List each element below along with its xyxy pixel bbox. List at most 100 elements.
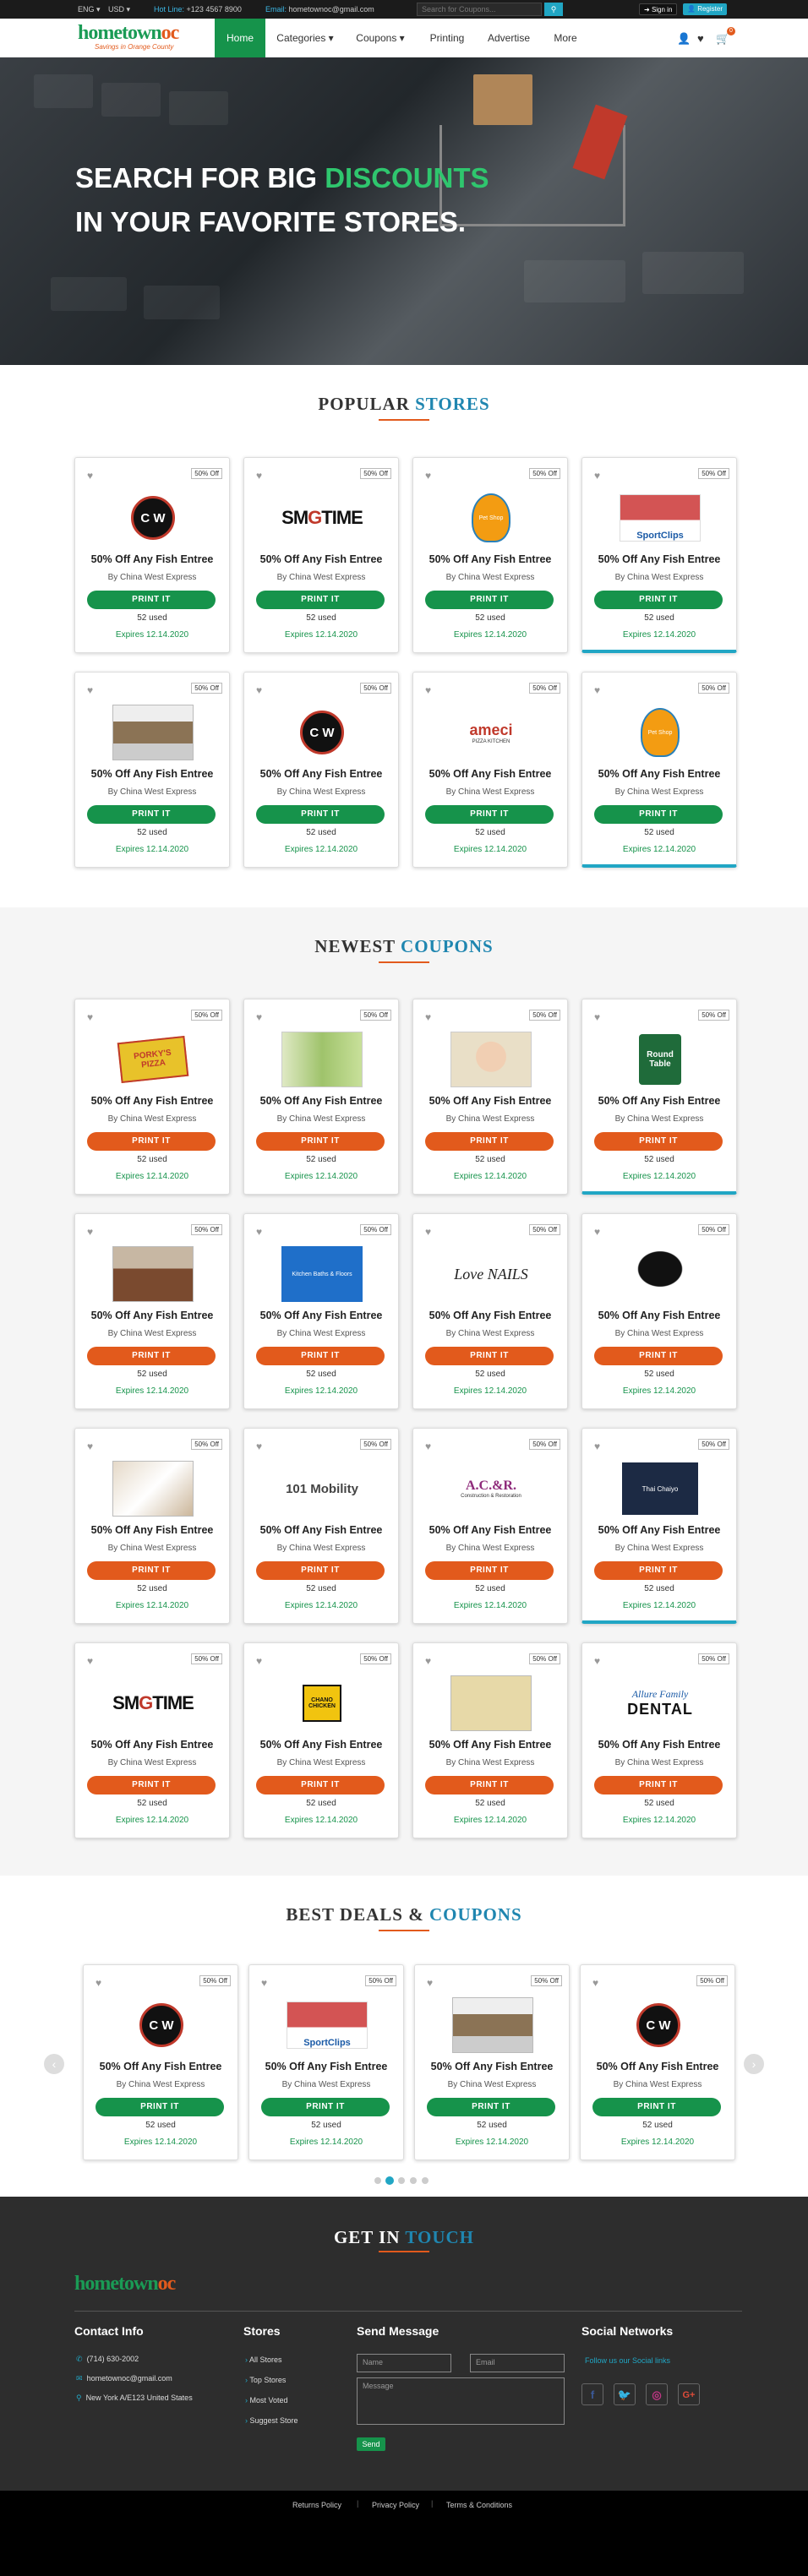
coupon-card[interactable]: ♥ 50% Off SMGTIME 50% Off Any Fish Entre…	[243, 457, 399, 653]
coupon-card[interactable]: ♥ 50% Off 50% Off Any Fish Entree By Chi…	[412, 999, 568, 1195]
print-button[interactable]: PRINT IT	[256, 1347, 385, 1365]
carousel-dot-active[interactable]	[385, 2176, 394, 2185]
print-button[interactable]: PRINT IT	[592, 2098, 721, 2116]
print-button[interactable]: PRINT IT	[256, 1561, 385, 1580]
heart-icon[interactable]: ♥	[594, 470, 600, 482]
print-button[interactable]: PRINT IT	[594, 1347, 723, 1365]
footer-name-input[interactable]: Name	[357, 2354, 451, 2372]
instagram-icon[interactable]: ◎	[646, 2383, 668, 2405]
print-button[interactable]: PRINT IT	[425, 1132, 554, 1151]
nav-coupons[interactable]: Coupons ▾	[350, 19, 411, 57]
footer-link-most-voted[interactable]: › Most Voted	[245, 2396, 288, 2404]
print-button[interactable]: PRINT IT	[87, 1561, 216, 1580]
carousel-dot[interactable]	[410, 2177, 417, 2184]
google-plus-icon[interactable]: G+	[678, 2383, 700, 2405]
coupon-card[interactable]: ♥ 50% Off 101 Mobility 50% Off Any Fish …	[243, 1428, 399, 1624]
coupon-card[interactable]: ♥ 50% Off SportClips 50% Off Any Fish En…	[248, 1964, 404, 2160]
footer-logo[interactable]: hometownoc	[74, 2273, 176, 2296]
carousel-prev-button[interactable]: ‹	[44, 2054, 64, 2074]
print-button[interactable]: PRINT IT	[425, 805, 554, 824]
print-button[interactable]: PRINT IT	[87, 1347, 216, 1365]
coupon-card[interactable]: ♥ 50% Off Round Table 50% Off Any Fish E…	[581, 999, 737, 1195]
heart-icon[interactable]: ♥	[425, 470, 431, 482]
heart-icon[interactable]: ♥	[594, 1226, 600, 1238]
coupon-card[interactable]: ♥ 50% Off Pet Shop 50% Off Any Fish Entr…	[581, 672, 737, 868]
returns-policy-link[interactable]: Returns Policy	[292, 2501, 341, 2509]
coupon-card[interactable]: ♥ 50% Off C W 50% Off Any Fish Entree By…	[74, 457, 230, 653]
print-button[interactable]: PRINT IT	[256, 1132, 385, 1151]
print-button[interactable]: PRINT IT	[87, 1776, 216, 1794]
coupon-card[interactable]: ♥ 50% Off C W 50% Off Any Fish Entree By…	[243, 672, 399, 868]
print-button[interactable]: PRINT IT	[256, 1776, 385, 1794]
heart-icon[interactable]: ♥	[425, 1655, 431, 1667]
heart-icon[interactable]: ♥	[594, 1440, 600, 1452]
coupon-card[interactable]: ♥ 50% Off 50% Off Any Fish Entree By Chi…	[74, 1428, 230, 1624]
currency-select[interactable]: USD ▾	[108, 5, 130, 14]
heart-icon[interactable]: ♥	[594, 1011, 600, 1023]
print-button[interactable]: PRINT IT	[427, 2098, 555, 2116]
heart-icon[interactable]: ♥	[256, 684, 262, 696]
site-logo[interactable]: hometownoc	[78, 22, 179, 45]
print-button[interactable]: PRINT IT	[594, 805, 723, 824]
twitter-icon[interactable]: 🐦	[614, 2383, 636, 2405]
heart-icon[interactable]: ♥	[87, 684, 93, 696]
heart-icon[interactable]: ♥	[594, 684, 600, 696]
footer-link-all-stores[interactable]: › All Stores	[245, 2355, 282, 2364]
nav-home[interactable]: Home	[215, 19, 265, 57]
print-button[interactable]: PRINT IT	[87, 1132, 216, 1151]
user-icon[interactable]: 👤	[677, 32, 691, 46]
search-input[interactable]: Search for Coupons...	[417, 3, 542, 16]
nav-categories[interactable]: Categories ▾	[270, 19, 340, 57]
coupon-card[interactable]: ♥ 50% Off Allure Family DENTAL 50% Off An…	[581, 1642, 737, 1838]
language-select[interactable]: ENG ▾	[78, 5, 101, 14]
print-button[interactable]: PRINT IT	[96, 2098, 224, 2116]
heart-icon[interactable]: ♥	[261, 1977, 267, 1989]
coupon-card[interactable]: ♥ 50% Off Thai Chaiyo 50% Off Any Fish E…	[581, 1428, 737, 1624]
print-button[interactable]: PRINT IT	[261, 2098, 390, 2116]
coupon-card[interactable]: ♥ 50% Off Pet Shop 50% Off Any Fish Entr…	[412, 457, 568, 653]
print-button[interactable]: PRINT IT	[87, 805, 216, 824]
heart-icon[interactable]: ♥	[256, 1011, 262, 1023]
coupon-card[interactable]: ♥ 50% Off 50% Off Any Fish Entree By Chi…	[414, 1964, 570, 2160]
heart-icon[interactable]: ♥	[87, 470, 93, 482]
coupon-card[interactable]: ♥ 50% Off 50% Off Any Fish Entree By Chi…	[74, 672, 230, 868]
carousel-dot[interactable]	[374, 2177, 381, 2184]
heart-icon[interactable]: ♥	[425, 1226, 431, 1238]
footer-message-input[interactable]: Message	[357, 2377, 565, 2425]
heart-icon[interactable]: ♥	[256, 1655, 262, 1667]
heart-icon[interactable]: ♥	[87, 1440, 93, 1452]
heart-icon[interactable]: ♥	[427, 1977, 433, 1989]
heart-icon[interactable]: ♥	[87, 1011, 93, 1023]
coupon-card[interactable]: ♥ 50% Off C W 50% Off Any Fish Entree By…	[580, 1964, 735, 2160]
coupon-card[interactable]: ♥ 50% Off SMGTIME 50% Off Any Fish Entre…	[74, 1642, 230, 1838]
nav-more[interactable]: More	[544, 19, 587, 57]
terms-link[interactable]: Terms & Conditions	[446, 2501, 512, 2509]
nav-printing[interactable]: Printing	[419, 19, 475, 57]
carousel-dot[interactable]	[398, 2177, 405, 2184]
coupon-card[interactable]: ♥ 50% Off SportClips 50% Off Any Fish En…	[581, 457, 737, 653]
print-button[interactable]: PRINT IT	[425, 1347, 554, 1365]
send-button[interactable]: Send	[357, 2437, 385, 2451]
coupon-card[interactable]: ♥ 50% Off Love NAILS 50% Off Any Fish En…	[412, 1213, 568, 1409]
search-button[interactable]: ⚲	[544, 3, 563, 16]
carousel-next-button[interactable]: ›	[744, 2054, 764, 2074]
print-button[interactable]: PRINT IT	[425, 591, 554, 609]
heart-icon[interactable]: ♥	[256, 470, 262, 482]
heart-icon[interactable]: ♥	[594, 1655, 600, 1667]
coupon-card[interactable]: ♥ 50% Off 50% Off Any Fish Entree By Chi…	[412, 1642, 568, 1838]
print-button[interactable]: PRINT IT	[594, 1561, 723, 1580]
coupon-card[interactable]: ♥ 50% Off PORKY'S PIZZA 50% Off Any Fish…	[74, 999, 230, 1195]
heart-icon[interactable]: ♥	[87, 1655, 93, 1667]
heart-icon[interactable]: ♥	[96, 1977, 101, 1989]
coupon-card[interactable]: ♥ 50% Off A.C.&R. Construction & Restorat…	[412, 1428, 568, 1624]
print-button[interactable]: PRINT IT	[594, 1776, 723, 1794]
heart-icon[interactable]: ♥	[87, 1226, 93, 1238]
coupon-card[interactable]: ♥ 50% Off 50% Off Any Fish Entree By Chi…	[74, 1213, 230, 1409]
print-button[interactable]: PRINT IT	[425, 1561, 554, 1580]
register-button[interactable]: 👤 Register	[683, 3, 727, 15]
print-button[interactable]: PRINT IT	[256, 805, 385, 824]
coupon-card[interactable]: ♥ 50% Off CHANO CHICKEN 50% Off Any Fish…	[243, 1642, 399, 1838]
coupon-card[interactable]: ♥ 50% Off ameci PIZZA KITCHEN 50% Off Any…	[412, 672, 568, 868]
coupon-card[interactable]: ♥ 50% Off 50% Off Any Fish Entree By Chi…	[243, 999, 399, 1195]
carousel-dot[interactable]	[422, 2177, 429, 2184]
